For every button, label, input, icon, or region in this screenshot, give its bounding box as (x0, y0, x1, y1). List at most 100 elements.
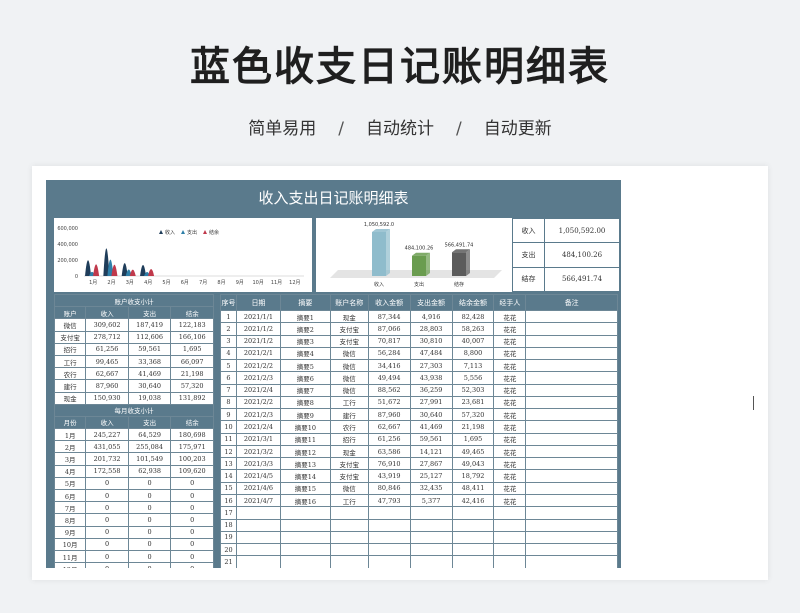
monthly-cell[interactable]: 0 (127, 501, 172, 515)
account-cell[interactable]: 57,320 (170, 379, 214, 393)
monthly-cell[interactable]: 0 (85, 562, 129, 568)
ledger-cell[interactable]: 微信 (329, 359, 369, 373)
ledger-cell[interactable]: 招行 (329, 432, 369, 446)
ledger-cell[interactable]: 1 (220, 309, 237, 324)
ledger-cell[interactable] (329, 518, 369, 532)
ledger-cell[interactable]: 6 (220, 371, 237, 385)
ledger-cell[interactable] (525, 493, 618, 508)
monthly-cell[interactable]: 109,620 (170, 464, 214, 478)
ledger-cell[interactable]: 摘要2 (279, 322, 331, 336)
ledger-cell[interactable]: 微信 (329, 481, 369, 495)
ledger-cell[interactable] (409, 518, 453, 532)
account-cell[interactable]: 21,198 (170, 367, 214, 381)
ledger-cell[interactable]: 23,681 (451, 395, 495, 410)
ledger-cell[interactable]: 花花 (493, 334, 527, 348)
ledger-cell[interactable] (279, 530, 331, 545)
ledger-cell[interactable]: 建行 (329, 408, 369, 422)
monthly-cell[interactable]: 0 (170, 562, 214, 568)
ledger-cell[interactable]: 14 (220, 469, 237, 483)
monthly-cell[interactable]: 64,529 (127, 428, 172, 442)
ledger-cell[interactable]: 摘要11 (279, 432, 331, 446)
ledger-cell[interactable]: 80,846 (367, 481, 411, 495)
ledger-cell[interactable]: 工行 (329, 395, 369, 410)
account-cell[interactable]: 19,038 (127, 391, 172, 405)
ledger-cell[interactable] (409, 506, 453, 520)
ledger-cell[interactable]: 花花 (493, 432, 527, 446)
ledger-cell[interactable] (451, 530, 495, 545)
ledger-cell[interactable]: 工行 (329, 493, 369, 508)
monthly-cell[interactable]: 6月 (53, 488, 87, 503)
account-cell[interactable]: 309,602 (85, 318, 129, 332)
monthly-cell[interactable]: 0 (170, 525, 214, 539)
ledger-cell[interactable]: 微信 (329, 371, 369, 385)
monthly-cell[interactable]: 0 (170, 488, 214, 503)
ledger-cell[interactable] (367, 530, 411, 545)
account-cell[interactable]: 招行 (53, 342, 87, 356)
ledger-cell[interactable]: 摘要8 (279, 395, 331, 410)
ledger-cell[interactable]: 摘要1 (279, 309, 331, 324)
ledger-cell[interactable]: 19 (220, 530, 237, 545)
monthly-cell[interactable]: 4月 (53, 464, 87, 478)
ledger-cell[interactable]: 30,810 (409, 334, 453, 348)
ledger-cell[interactable]: 摘要4 (279, 346, 331, 361)
ledger-cell[interactable]: 2021/2/3 (235, 408, 281, 422)
ledger-cell[interactable]: 87,344 (367, 309, 411, 324)
ledger-cell[interactable]: 87,960 (367, 408, 411, 422)
monthly-cell[interactable]: 5月 (53, 476, 87, 491)
ledger-cell[interactable]: 花花 (493, 469, 527, 483)
ledger-cell[interactable] (279, 506, 331, 520)
ledger-cell[interactable] (235, 530, 281, 545)
ledger-cell[interactable]: 花花 (493, 408, 527, 422)
ledger-cell[interactable]: 47,484 (409, 346, 453, 361)
monthly-cell[interactable]: 0 (85, 513, 129, 527)
monthly-cell[interactable]: 172,558 (85, 464, 129, 478)
ledger-cell[interactable] (525, 371, 618, 385)
ledger-cell[interactable] (525, 555, 618, 568)
monthly-cell[interactable]: 7月 (53, 501, 87, 515)
ledger-cell[interactable]: 1,695 (451, 432, 495, 446)
ledger-cell[interactable] (279, 543, 331, 557)
ledger-cell[interactable]: 花花 (493, 444, 527, 459)
ledger-cell[interactable] (409, 543, 453, 557)
account-cell[interactable]: 建行 (53, 379, 87, 393)
ledger-cell[interactable]: 支付宝 (329, 469, 369, 483)
ledger-cell[interactable]: 5 (220, 359, 237, 373)
ledger-cell[interactable] (235, 555, 281, 568)
account-cell[interactable]: 微信 (53, 318, 87, 332)
ledger-cell[interactable]: 摘要9 (279, 408, 331, 422)
ledger-cell[interactable]: 2 (220, 322, 237, 336)
monthly-cell[interactable]: 201,732 (85, 452, 129, 466)
ledger-cell[interactable]: 3 (220, 334, 237, 348)
monthly-cell[interactable]: 431,055 (85, 440, 129, 454)
account-cell[interactable]: 现金 (53, 391, 87, 405)
monthly-cell[interactable]: 255,084 (127, 440, 172, 454)
monthly-cell[interactable]: 0 (170, 501, 214, 515)
ledger-cell[interactable]: 花花 (493, 493, 527, 508)
monthly-cell[interactable]: 0 (85, 476, 129, 491)
ledger-cell[interactable]: 48,411 (451, 481, 495, 495)
ledger-cell[interactable]: 支付宝 (329, 322, 369, 336)
monthly-cell[interactable]: 0 (127, 537, 172, 551)
ledger-cell[interactable]: 摘要14 (279, 469, 331, 483)
ledger-cell[interactable]: 51,672 (367, 395, 411, 410)
ledger-cell[interactable]: 42,416 (451, 493, 495, 508)
ledger-cell[interactable] (493, 506, 527, 520)
monthly-cell[interactable]: 101,549 (127, 452, 172, 466)
ledger-cell[interactable]: 花花 (493, 395, 527, 410)
ledger-cell[interactable] (525, 383, 618, 397)
monthly-chart[interactable]: 600,000 400,000 200,000 0 1月 2月 3月 4月 5月 6月 7月 8月 9月… (54, 218, 312, 292)
ledger-cell[interactable]: 21 (220, 555, 237, 568)
ledger-cell[interactable]: 13 (220, 457, 237, 471)
ledger-cell[interactable]: 7,113 (451, 359, 495, 373)
ledger-cell[interactable]: 5,556 (451, 371, 495, 385)
ledger-cell[interactable]: 43,919 (367, 469, 411, 483)
ledger-cell[interactable] (525, 506, 618, 520)
ledger-cell[interactable]: 花花 (493, 383, 527, 397)
account-cell[interactable]: 33,368 (127, 354, 172, 369)
ledger-cell[interactable]: 82,428 (451, 309, 495, 324)
ledger-cell[interactable]: 17 (220, 506, 237, 520)
monthly-cell[interactable]: 100,203 (170, 452, 214, 466)
monthly-cell[interactable]: 3月 (53, 452, 87, 466)
ledger-cell[interactable] (493, 543, 527, 557)
monthly-cell[interactable]: 0 (127, 525, 172, 539)
